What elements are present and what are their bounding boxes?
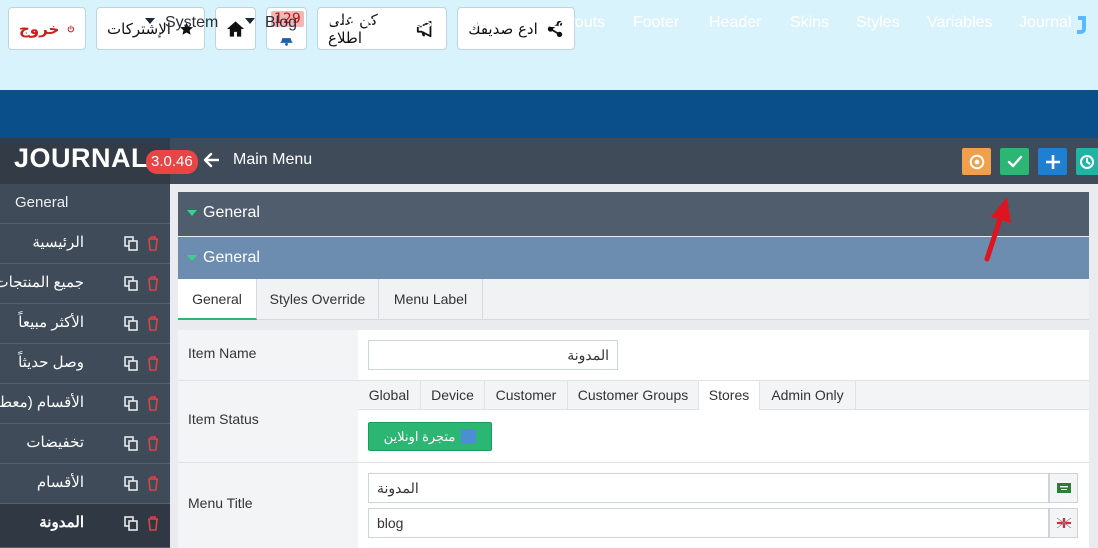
store-checkbox-icon bbox=[461, 429, 477, 444]
nav-item-skins[interactable]: Skins bbox=[790, 0, 829, 48]
nav-item-styles[interactable]: Styles bbox=[856, 0, 900, 48]
copy-icon[interactable] bbox=[124, 396, 138, 411]
sidebar-item[interactable]: وصل حديثاً bbox=[0, 344, 170, 384]
arabic-flag-icon bbox=[1049, 473, 1078, 503]
copy-icon[interactable] bbox=[124, 516, 138, 531]
nav-item-layouts[interactable]: Layouts bbox=[549, 0, 605, 48]
trash-icon[interactable] bbox=[147, 436, 159, 451]
sidebar-item-label: وصل حديثاً bbox=[18, 354, 84, 371]
back-arrow-icon[interactable] bbox=[203, 151, 219, 169]
item-name-input[interactable]: المدونة bbox=[368, 340, 618, 370]
sidebar-item-label: الأقسام (معطلة) bbox=[0, 394, 84, 411]
copy-icon[interactable] bbox=[124, 476, 138, 491]
sidebar-item[interactable]: الأقسام bbox=[0, 464, 170, 504]
sidebar-item-label: الرئيسية bbox=[32, 234, 84, 251]
menu-title-arabic-input[interactable]: المدونة bbox=[368, 473, 1049, 503]
sidebar-item[interactable]: جميع المنتجات bbox=[0, 264, 170, 304]
store-toggle-button[interactable]: متجرة اونلاين bbox=[368, 422, 492, 451]
logout-label: خروج bbox=[19, 19, 60, 38]
sidebar-item-active[interactable]: المدونة bbox=[0, 504, 170, 548]
version-badge: 3.0.46 bbox=[146, 150, 198, 174]
copy-icon[interactable] bbox=[124, 276, 138, 291]
trash-icon[interactable] bbox=[147, 276, 159, 291]
sidebar-item-label: الأقسام bbox=[36, 474, 84, 491]
sidebar-item[interactable]: الرئيسية bbox=[0, 224, 170, 264]
status-tab-admin-only[interactable]: Admin Only bbox=[760, 380, 856, 410]
add-button[interactable] bbox=[1038, 148, 1067, 175]
menu-title-label: Menu Title bbox=[178, 463, 358, 548]
home-icon bbox=[226, 20, 245, 37]
status-tab-device[interactable]: Device bbox=[421, 380, 485, 410]
nav-item-system[interactable]: System bbox=[145, 0, 218, 48]
menu-title-english-input[interactable]: blog bbox=[368, 508, 1049, 538]
status-tab-customer[interactable]: Customer bbox=[485, 380, 568, 410]
nav-system-label: System bbox=[165, 14, 219, 31]
menu-title-arabic-value: المدونة bbox=[377, 480, 419, 496]
check-icon bbox=[1007, 155, 1022, 167]
copy-icon[interactable] bbox=[124, 316, 138, 331]
sidebar-general[interactable]: General bbox=[0, 184, 170, 224]
nav-item-header[interactable]: Header bbox=[709, 0, 761, 48]
copy-icon[interactable] bbox=[124, 436, 138, 451]
store-toggle-label: متجرة اونلاين bbox=[383, 429, 456, 444]
copy-icon[interactable] bbox=[124, 356, 138, 371]
sidebar-item[interactable]: الأكثر مبيعاً bbox=[0, 304, 170, 344]
nav-item-footer[interactable]: Footer bbox=[633, 0, 679, 48]
item-name-label: Item Name bbox=[178, 330, 358, 380]
subsection-title: General bbox=[203, 249, 260, 266]
sidebar-item[interactable]: تخفيضات bbox=[0, 424, 170, 464]
copy-icon[interactable] bbox=[124, 236, 138, 251]
nav-item-modules[interactable]: Modules bbox=[458, 0, 518, 48]
nav-item-variables[interactable]: Variables bbox=[927, 0, 993, 48]
status-tab-stores[interactable]: Stores bbox=[699, 380, 760, 410]
history-button[interactable] bbox=[1076, 148, 1098, 175]
page-title: Main Menu bbox=[233, 151, 313, 168]
main-navbar bbox=[0, 90, 1098, 138]
trash-icon[interactable] bbox=[147, 236, 159, 251]
trash-icon[interactable] bbox=[147, 396, 159, 411]
journal-j-icon bbox=[1077, 16, 1086, 34]
trash-icon[interactable] bbox=[147, 476, 159, 491]
reset-icon bbox=[969, 154, 984, 169]
nav-blog-label: Blog bbox=[265, 14, 298, 31]
sidebar-item[interactable]: الأقسام (معطلة) bbox=[0, 384, 170, 424]
caret-down-icon bbox=[187, 210, 197, 216]
red-annotation-arrow bbox=[984, 197, 1011, 262]
english-flag-icon bbox=[1049, 508, 1078, 538]
tab-menu-label[interactable]: Menu Label bbox=[379, 279, 483, 320]
caret-down-icon bbox=[187, 255, 197, 261]
section-title: General bbox=[203, 204, 260, 221]
save-button[interactable] bbox=[1000, 148, 1029, 175]
sidebar-item-label: الأكثر مبيعاً bbox=[18, 314, 84, 331]
section-header-general[interactable]: General bbox=[178, 192, 1089, 236]
trash-icon[interactable] bbox=[147, 516, 159, 531]
trash-icon[interactable] bbox=[147, 356, 159, 371]
trash-icon[interactable] bbox=[147, 316, 159, 331]
nav-item-journal[interactable]: Journal bbox=[1019, 0, 1071, 48]
sidebar-item-label: المدونة bbox=[39, 514, 84, 531]
tab-styles-override[interactable]: Styles Override bbox=[257, 279, 379, 320]
nav-item-blog[interactable]: Blog bbox=[245, 0, 297, 48]
caret-down-icon bbox=[245, 18, 255, 24]
nav-item-product-extras[interactable]: Product Extras bbox=[327, 0, 432, 48]
row-divider bbox=[178, 380, 1089, 381]
tab-general[interactable]: General bbox=[178, 279, 257, 320]
item-status-label: Item Status bbox=[178, 380, 358, 462]
plus-icon bbox=[1045, 154, 1060, 169]
status-tab-global[interactable]: Global bbox=[358, 380, 421, 410]
sidebar-item-label: تخفيضات bbox=[26, 434, 84, 451]
sidebar-item-label: جميع المنتجات bbox=[0, 274, 84, 291]
logout-button[interactable]: خروج bbox=[8, 7, 86, 50]
caret-down-icon bbox=[145, 18, 155, 24]
reset-button[interactable] bbox=[962, 148, 991, 175]
journal-logo: JOURNAL bbox=[14, 143, 149, 173]
status-tab-customer-groups[interactable]: Customer Groups bbox=[568, 380, 699, 410]
power-icon bbox=[67, 24, 75, 32]
history-icon bbox=[1080, 154, 1094, 169]
subsection-header-general[interactable]: General bbox=[178, 237, 1089, 279]
